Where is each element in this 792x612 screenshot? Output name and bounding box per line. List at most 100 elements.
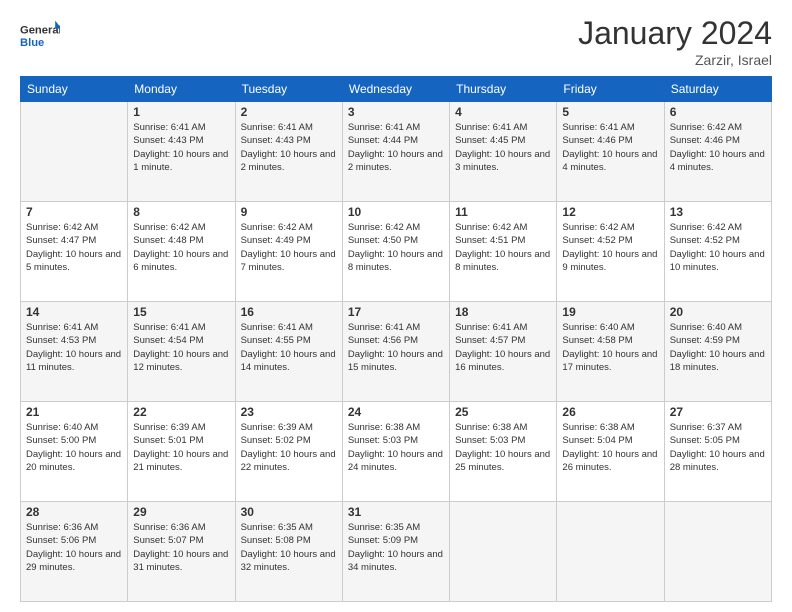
header: General Blue January 2024 Zarzir, Israel <box>20 15 772 68</box>
cell-date: 9 <box>241 205 337 219</box>
cell-info: Sunrise: 6:42 AMSunset: 4:51 PMDaylight:… <box>455 222 550 273</box>
cell-date: 10 <box>348 205 444 219</box>
table-row: 2 Sunrise: 6:41 AMSunset: 4:43 PMDayligh… <box>235 102 342 202</box>
cell-info: Sunrise: 6:42 AMSunset: 4:49 PMDaylight:… <box>241 222 336 273</box>
table-row: 23 Sunrise: 6:39 AMSunset: 5:02 PMDaylig… <box>235 402 342 502</box>
cell-info: Sunrise: 6:39 AMSunset: 5:01 PMDaylight:… <box>133 422 228 473</box>
cell-info: Sunrise: 6:38 AMSunset: 5:03 PMDaylight:… <box>348 422 443 473</box>
table-row: 6 Sunrise: 6:42 AMSunset: 4:46 PMDayligh… <box>664 102 771 202</box>
table-row: 12 Sunrise: 6:42 AMSunset: 4:52 PMDaylig… <box>557 202 664 302</box>
cell-date: 3 <box>348 105 444 119</box>
table-row: 25 Sunrise: 6:38 AMSunset: 5:03 PMDaylig… <box>450 402 557 502</box>
cell-date: 23 <box>241 405 337 419</box>
col-thursday: Thursday <box>450 77 557 102</box>
cell-date: 4 <box>455 105 551 119</box>
table-row <box>664 502 771 602</box>
cell-info: Sunrise: 6:40 AMSunset: 4:58 PMDaylight:… <box>562 322 657 373</box>
table-row: 29 Sunrise: 6:36 AMSunset: 5:07 PMDaylig… <box>128 502 235 602</box>
table-row: 21 Sunrise: 6:40 AMSunset: 5:00 PMDaylig… <box>21 402 128 502</box>
cell-info: Sunrise: 6:41 AMSunset: 4:55 PMDaylight:… <box>241 322 336 373</box>
table-row <box>21 102 128 202</box>
cell-info: Sunrise: 6:42 AMSunset: 4:47 PMDaylight:… <box>26 222 121 273</box>
table-row <box>450 502 557 602</box>
svg-text:General: General <box>20 24 60 36</box>
table-row: 1 Sunrise: 6:41 AMSunset: 4:43 PMDayligh… <box>128 102 235 202</box>
cell-info: Sunrise: 6:42 AMSunset: 4:52 PMDaylight:… <box>562 222 657 273</box>
table-row: 22 Sunrise: 6:39 AMSunset: 5:01 PMDaylig… <box>128 402 235 502</box>
table-row: 18 Sunrise: 6:41 AMSunset: 4:57 PMDaylig… <box>450 302 557 402</box>
col-monday: Monday <box>128 77 235 102</box>
cell-date: 30 <box>241 505 337 519</box>
table-row: 20 Sunrise: 6:40 AMSunset: 4:59 PMDaylig… <box>664 302 771 402</box>
cell-date: 13 <box>670 205 766 219</box>
cell-info: Sunrise: 6:36 AMSunset: 5:06 PMDaylight:… <box>26 522 121 573</box>
cell-date: 2 <box>241 105 337 119</box>
table-row: 24 Sunrise: 6:38 AMSunset: 5:03 PMDaylig… <box>342 402 449 502</box>
table-row: 7 Sunrise: 6:42 AMSunset: 4:47 PMDayligh… <box>21 202 128 302</box>
cell-info: Sunrise: 6:41 AMSunset: 4:54 PMDaylight:… <box>133 322 228 373</box>
cell-info: Sunrise: 6:38 AMSunset: 5:04 PMDaylight:… <box>562 422 657 473</box>
calendar-week-5: 28 Sunrise: 6:36 AMSunset: 5:06 PMDaylig… <box>21 502 772 602</box>
cell-date: 5 <box>562 105 658 119</box>
cell-date: 29 <box>133 505 229 519</box>
table-row: 30 Sunrise: 6:35 AMSunset: 5:08 PMDaylig… <box>235 502 342 602</box>
col-saturday: Saturday <box>664 77 771 102</box>
cell-info: Sunrise: 6:41 AMSunset: 4:43 PMDaylight:… <box>133 122 228 173</box>
table-row: 3 Sunrise: 6:41 AMSunset: 4:44 PMDayligh… <box>342 102 449 202</box>
table-row: 16 Sunrise: 6:41 AMSunset: 4:55 PMDaylig… <box>235 302 342 402</box>
cell-date: 24 <box>348 405 444 419</box>
table-row: 31 Sunrise: 6:35 AMSunset: 5:09 PMDaylig… <box>342 502 449 602</box>
table-row: 27 Sunrise: 6:37 AMSunset: 5:05 PMDaylig… <box>664 402 771 502</box>
table-row: 11 Sunrise: 6:42 AMSunset: 4:51 PMDaylig… <box>450 202 557 302</box>
table-row: 5 Sunrise: 6:41 AMSunset: 4:46 PMDayligh… <box>557 102 664 202</box>
cell-info: Sunrise: 6:41 AMSunset: 4:53 PMDaylight:… <box>26 322 121 373</box>
cell-info: Sunrise: 6:36 AMSunset: 5:07 PMDaylight:… <box>133 522 228 573</box>
cell-date: 6 <box>670 105 766 119</box>
logo: General Blue <box>20 15 60 55</box>
cell-info: Sunrise: 6:35 AMSunset: 5:08 PMDaylight:… <box>241 522 336 573</box>
cell-info: Sunrise: 6:41 AMSunset: 4:44 PMDaylight:… <box>348 122 443 173</box>
calendar-table: Sunday Monday Tuesday Wednesday Thursday… <box>20 76 772 602</box>
table-row: 17 Sunrise: 6:41 AMSunset: 4:56 PMDaylig… <box>342 302 449 402</box>
cell-date: 28 <box>26 505 122 519</box>
cell-info: Sunrise: 6:41 AMSunset: 4:57 PMDaylight:… <box>455 322 550 373</box>
header-row: Sunday Monday Tuesday Wednesday Thursday… <box>21 77 772 102</box>
page: General Blue January 2024 Zarzir, Israel… <box>0 0 792 612</box>
col-sunday: Sunday <box>21 77 128 102</box>
cell-info: Sunrise: 6:35 AMSunset: 5:09 PMDaylight:… <box>348 522 443 573</box>
cell-date: 12 <box>562 205 658 219</box>
table-row: 26 Sunrise: 6:38 AMSunset: 5:04 PMDaylig… <box>557 402 664 502</box>
cell-date: 27 <box>670 405 766 419</box>
calendar-week-4: 21 Sunrise: 6:40 AMSunset: 5:00 PMDaylig… <box>21 402 772 502</box>
cell-date: 7 <box>26 205 122 219</box>
cell-date: 22 <box>133 405 229 419</box>
table-row: 10 Sunrise: 6:42 AMSunset: 4:50 PMDaylig… <box>342 202 449 302</box>
cell-date: 16 <box>241 305 337 319</box>
table-row: 14 Sunrise: 6:41 AMSunset: 4:53 PMDaylig… <box>21 302 128 402</box>
cell-date: 1 <box>133 105 229 119</box>
month-year: January 2024 <box>578 15 772 52</box>
cell-info: Sunrise: 6:39 AMSunset: 5:02 PMDaylight:… <box>241 422 336 473</box>
cell-info: Sunrise: 6:40 AMSunset: 5:00 PMDaylight:… <box>26 422 121 473</box>
cell-date: 25 <box>455 405 551 419</box>
svg-text:Blue: Blue <box>20 37 44 49</box>
table-row: 9 Sunrise: 6:42 AMSunset: 4:49 PMDayligh… <box>235 202 342 302</box>
cell-info: Sunrise: 6:42 AMSunset: 4:50 PMDaylight:… <box>348 222 443 273</box>
cell-date: 11 <box>455 205 551 219</box>
cell-info: Sunrise: 6:42 AMSunset: 4:48 PMDaylight:… <box>133 222 228 273</box>
cell-date: 20 <box>670 305 766 319</box>
cell-date: 21 <box>26 405 122 419</box>
calendar-week-1: 1 Sunrise: 6:41 AMSunset: 4:43 PMDayligh… <box>21 102 772 202</box>
cell-info: Sunrise: 6:37 AMSunset: 5:05 PMDaylight:… <box>670 422 765 473</box>
cell-date: 14 <box>26 305 122 319</box>
location: Zarzir, Israel <box>578 52 772 68</box>
table-row: 4 Sunrise: 6:41 AMSunset: 4:45 PMDayligh… <box>450 102 557 202</box>
cell-info: Sunrise: 6:42 AMSunset: 4:52 PMDaylight:… <box>670 222 765 273</box>
cell-date: 15 <box>133 305 229 319</box>
col-wednesday: Wednesday <box>342 77 449 102</box>
table-row: 15 Sunrise: 6:41 AMSunset: 4:54 PMDaylig… <box>128 302 235 402</box>
table-row: 8 Sunrise: 6:42 AMSunset: 4:48 PMDayligh… <box>128 202 235 302</box>
col-tuesday: Tuesday <box>235 77 342 102</box>
cell-info: Sunrise: 6:41 AMSunset: 4:56 PMDaylight:… <box>348 322 443 373</box>
title-area: January 2024 Zarzir, Israel <box>578 15 772 68</box>
